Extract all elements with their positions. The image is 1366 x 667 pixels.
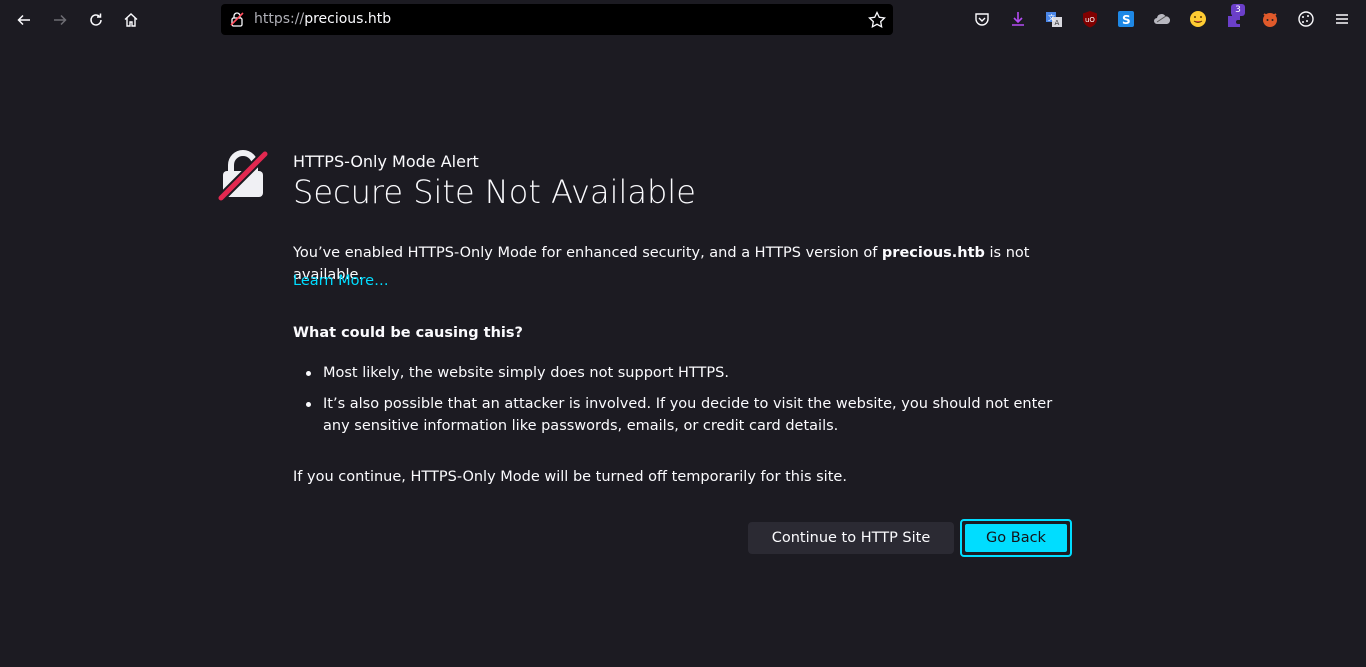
pocket-icon [975, 13, 989, 26]
menu-button[interactable] [1332, 9, 1352, 29]
forward-arrow-icon [54, 14, 67, 26]
footer-note: If you continue, HTTPS-Only Mode will be… [293, 469, 847, 485]
go-back-button[interactable]: Go Back [960, 519, 1072, 557]
translate-icon: 文A [1046, 12, 1062, 27]
alert-subtitle: HTTPS-Only Mode Alert [293, 152, 479, 171]
cloud-icon [1154, 14, 1171, 24]
url-scheme: https:// [254, 11, 305, 27]
fox-extension-icon [1263, 13, 1277, 27]
cookie-extension[interactable] [1296, 9, 1316, 29]
home-button[interactable] [117, 6, 145, 34]
download-icon [1012, 12, 1024, 26]
url-text[interactable]: https://precious.htb [254, 11, 391, 27]
learn-more-link[interactable]: Learn More… [293, 273, 389, 289]
svg-text:uO: uO [1085, 16, 1095, 24]
ublock-icon: uO [1083, 11, 1097, 28]
url-host: precious.htb [304, 11, 392, 27]
intro-text: You’ve enabled HTTPS-Only Mode for enhan… [293, 245, 882, 261]
s-extension-icon: S [1118, 11, 1134, 27]
insecure-lock-icon [218, 149, 270, 201]
url-bar[interactable]: https://precious.htb [221, 4, 893, 35]
cause-list: Most likely, the website simply does not… [306, 362, 1066, 446]
emoji-icon [1190, 11, 1206, 27]
continue-to-http-button[interactable]: Continue to HTTP Site [748, 522, 954, 554]
downloads-button[interactable] [1008, 9, 1028, 29]
extensions-badge: 3 [1231, 4, 1245, 16]
cloud-extension[interactable] [1152, 9, 1172, 29]
list-item: Most likely, the website simply does not… [306, 362, 1066, 384]
ublock-extension[interactable]: uO [1080, 9, 1100, 29]
cookie-icon [1298, 11, 1314, 27]
list-item: It’s also possible that an attacker is i… [306, 393, 1066, 437]
back-arrow-icon [17, 14, 30, 26]
svg-text:S: S [1122, 13, 1131, 27]
s-extension[interactable]: S [1116, 9, 1136, 29]
bookmark-star-icon[interactable] [867, 10, 887, 30]
svg-text:A: A [1055, 19, 1060, 27]
back-button[interactable] [10, 6, 38, 34]
cause-heading: What could be causing this? [293, 325, 523, 341]
pocket-button[interactable] [972, 9, 992, 29]
browser-toolbar: https://precious.htb 文A uO S 3 [0, 0, 1366, 40]
translate-extension[interactable]: 文A [1044, 9, 1064, 29]
home-icon [124, 13, 138, 27]
intro-paragraph: You’ve enabled HTTPS-Only Mode for enhan… [293, 242, 1083, 286]
reload-icon [90, 13, 102, 26]
forward-button[interactable] [46, 6, 74, 34]
hamburger-menu-icon [1336, 14, 1348, 24]
page-title: Secure Site Not Available [293, 173, 696, 211]
go-back-label: Go Back [964, 523, 1068, 553]
fox-extension[interactable] [1260, 9, 1280, 29]
reload-button[interactable] [82, 6, 110, 34]
insecure-lock-icon [230, 12, 244, 27]
intro-site: precious.htb [881, 245, 985, 261]
https-only-error-page: HTTPS-Only Mode Alert Secure Site Not Av… [0, 40, 1366, 667]
emoji-extension[interactable] [1188, 9, 1208, 29]
